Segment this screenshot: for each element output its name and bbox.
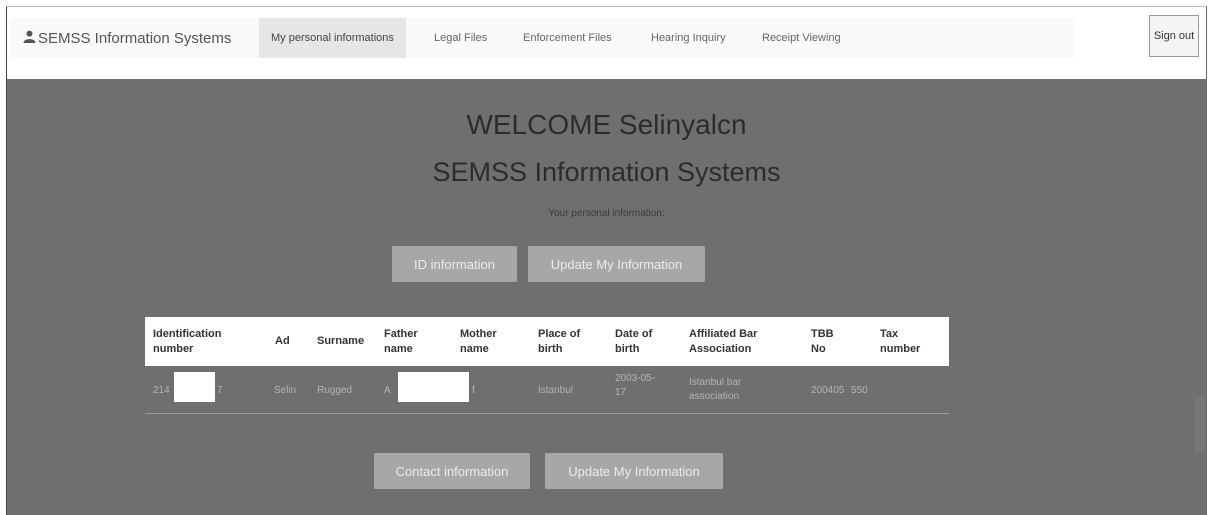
cell-ad: Selin xyxy=(274,385,297,396)
col-mother-name: Mother name xyxy=(460,328,497,355)
col-tax-number: Tax number xyxy=(880,328,921,355)
cell-date-of-birth: 2003-05- 17 xyxy=(615,373,656,398)
cell-place-of-birth: Istanbul xyxy=(538,385,574,396)
cell-tbb-no: 200405 xyxy=(811,385,845,396)
cell-id-prefix: 214 xyxy=(153,385,170,396)
nav-hearing-inquiry[interactable]: Hearing Inquiry xyxy=(639,18,738,58)
nav-receipt-viewing[interactable]: Receipt Viewing xyxy=(750,18,853,58)
table-header: Identification number Ad Surname Father … xyxy=(145,317,949,366)
redaction-block xyxy=(398,372,469,402)
col-father-name: Father name xyxy=(384,328,418,355)
cell-mother-suffix: f xyxy=(472,385,475,396)
nav-container: SEMSS Information Systems My personal in… xyxy=(11,18,1075,58)
cell-bar-association: Istanbul bar association xyxy=(689,377,742,402)
col-surname: Surname xyxy=(317,335,365,347)
personal-info-table: Identification number Ad Surname Father … xyxy=(145,317,949,414)
brand-name: SEMSS Information Systems xyxy=(38,29,232,47)
col-tbb-no: TBB No xyxy=(811,328,834,355)
system-name-heading: SEMSS Information Systems xyxy=(432,157,781,187)
nav-my-personal-informations[interactable]: My personal informations xyxy=(259,18,406,58)
update-my-information-button[interactable]: Update My Information xyxy=(528,246,705,282)
cell-surname: Rugged xyxy=(317,385,353,396)
scroll-handle[interactable] xyxy=(1194,397,1206,453)
user-icon xyxy=(23,30,38,47)
cell-id-suffix: 7 xyxy=(217,385,223,396)
cell-tax-number: 550 xyxy=(851,385,868,396)
redaction-block xyxy=(174,372,215,402)
personal-info-label: Your personal information: xyxy=(548,208,665,219)
nav-enforcement-files[interactable]: Enforcement Files xyxy=(511,18,624,58)
cell-father-prefix: A xyxy=(384,385,391,396)
col-place-of-birth: Place of birth xyxy=(538,328,581,355)
col-date-of-birth: Date of birth xyxy=(615,328,653,355)
welcome-heading: WELCOME Selinyalcn xyxy=(466,109,747,140)
id-information-button[interactable]: ID information xyxy=(392,246,517,282)
col-identification-number: Identification number xyxy=(153,328,222,355)
nav-legal-files[interactable]: Legal Files xyxy=(422,18,499,58)
table-row: 214 7 Selin Rugged A f Istanbul 2003-05-… xyxy=(145,366,949,414)
update-my-information-button-2[interactable]: Update My Information xyxy=(545,453,723,489)
contact-information-button[interactable]: Contact information xyxy=(374,453,530,489)
sign-out-button[interactable]: Sign out xyxy=(1149,15,1199,57)
brand-link[interactable]: SEMSS Information Systems xyxy=(23,18,231,58)
app-window: SEMSS Information Systems My personal in… xyxy=(6,6,1207,515)
top-navbar: SEMSS Information Systems My personal in… xyxy=(7,7,1206,79)
col-affiliated-bar-association: Affiliated Bar Association xyxy=(689,328,758,355)
col-ad: Ad xyxy=(275,335,290,347)
